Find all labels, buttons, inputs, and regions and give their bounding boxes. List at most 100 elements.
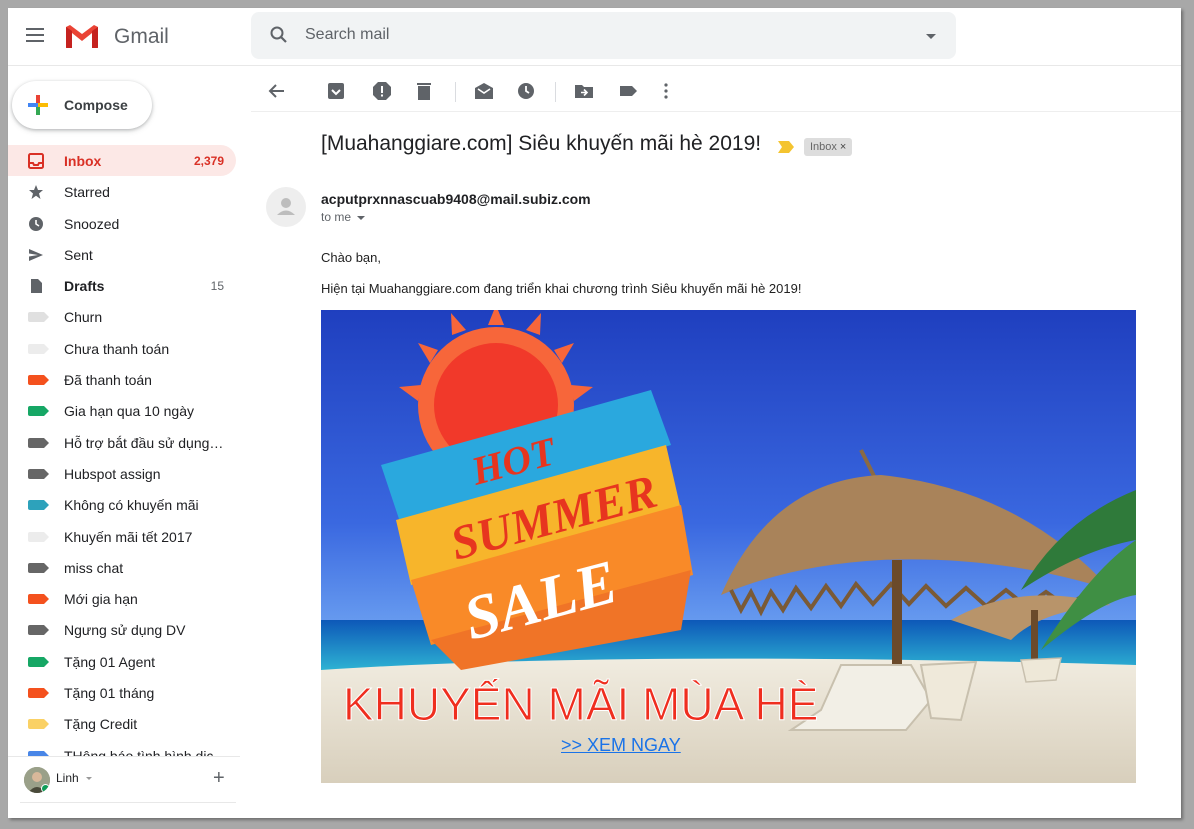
sidebar-item-label: Chưa thanh toán bbox=[64, 340, 170, 357]
sidebar-item-label: Starred bbox=[64, 184, 110, 201]
sidebar-label-ho-tro[interactable]: Hỗ trợ bắt đầu sử dụng ... bbox=[8, 427, 236, 458]
sidebar-item-label: Tặng Credit bbox=[64, 716, 138, 733]
app-name[interactable]: Gmail bbox=[114, 25, 169, 49]
sidebar-item-label: Hỗ trợ bắt đầu sử dụng ... bbox=[64, 434, 224, 451]
label-tag-icon bbox=[28, 625, 49, 636]
sidebar-item-inbox[interactable]: Inbox 2,379 bbox=[8, 145, 236, 177]
hangouts-panel: Linh + bbox=[8, 756, 240, 816]
sidebar-item-label: Churn bbox=[64, 309, 103, 326]
label-tag-icon bbox=[28, 437, 49, 448]
label-tag-icon bbox=[28, 468, 49, 479]
sidebar-label-chua-thanh-toan[interactable]: Chưa thanh toán bbox=[8, 333, 236, 364]
online-status-icon bbox=[41, 784, 50, 793]
sidebar-item-label: Hubspot assign bbox=[64, 465, 161, 482]
xem-ngay-link[interactable]: >> XEM NGAY bbox=[561, 735, 681, 756]
sidebar-item-starred[interactable]: Starred bbox=[8, 176, 236, 207]
report-spam-icon[interactable] bbox=[371, 80, 393, 102]
inbox-icon bbox=[28, 153, 44, 169]
sidebar-label-tang-credit[interactable]: Tặng Credit bbox=[8, 708, 236, 739]
chevron-down-icon[interactable] bbox=[86, 777, 92, 780]
sidebar-item-label: Ngưng sử dụng DV bbox=[64, 622, 186, 639]
search-input[interactable] bbox=[305, 22, 885, 48]
new-conversation-icon[interactable]: + bbox=[213, 767, 225, 790]
remove-label-icon[interactable]: × bbox=[840, 141, 846, 153]
search-icon[interactable] bbox=[269, 25, 289, 45]
sidebar-label-tang-agent[interactable]: Tặng 01 Agent bbox=[8, 646, 236, 677]
sidebar-label-da-thanh-toan[interactable]: Đã thanh toán bbox=[8, 364, 236, 395]
label-tag-icon bbox=[28, 500, 49, 511]
sidebar-label-thong-bao[interactable]: THông báo tình hình dịc bbox=[8, 740, 236, 757]
email-greeting: Chào bạn, bbox=[321, 250, 381, 265]
label-tag-icon bbox=[28, 531, 49, 542]
promo-banner-image[interactable]: HOT SUMMER SALE KHUYẾN MÃI MÙA HÈ >> XEM… bbox=[321, 310, 1136, 783]
label-tag-icon bbox=[28, 562, 49, 573]
label-tag-icon bbox=[28, 343, 49, 354]
sidebar-item-label: Tặng 01 Agent bbox=[64, 653, 156, 670]
archive-icon[interactable] bbox=[325, 80, 347, 102]
label-chip-text: Inbox bbox=[810, 141, 837, 153]
send-icon bbox=[29, 248, 43, 261]
sidebar-label-churn[interactable]: Churn bbox=[8, 301, 236, 332]
sidebar-item-label: miss chat bbox=[64, 559, 124, 576]
plus-icon bbox=[28, 95, 48, 115]
compose-label: Compose bbox=[64, 97, 128, 113]
email-body-text: Hiện tại Muahanggiare.com đang triển kha… bbox=[321, 281, 802, 296]
sidebar-item-label: Không có khuyến mãi bbox=[64, 497, 199, 514]
label-tag-icon bbox=[28, 656, 49, 667]
sidebar-item-label: Sent bbox=[64, 246, 93, 263]
sidebar-label-miss-chat[interactable]: miss chat bbox=[8, 552, 236, 583]
delete-icon[interactable] bbox=[413, 80, 435, 102]
draft-count: 15 bbox=[210, 279, 224, 294]
top-bar: Gmail bbox=[8, 8, 1181, 66]
label-tag-icon bbox=[28, 406, 49, 417]
clock-icon bbox=[29, 216, 43, 231]
toolbar-divider bbox=[555, 82, 556, 102]
chevron-down-icon[interactable] bbox=[357, 215, 366, 220]
sidebar-label-tang-thang[interactable]: Tặng 01 tháng bbox=[8, 677, 236, 708]
divider bbox=[20, 802, 236, 803]
unread-count: 2,379 bbox=[193, 154, 224, 168]
email-subject: [Muahanggiare.com] Siêu khuyến mãi hè 20… bbox=[321, 132, 762, 155]
label-tag-icon bbox=[28, 594, 49, 605]
compose-button[interactable]: Compose bbox=[12, 81, 152, 129]
sidebar-item-label: Gia hạn qua 10 ngày bbox=[64, 403, 194, 420]
person-icon bbox=[277, 198, 295, 215]
sidebar-label-gia-han[interactable]: Gia hạn qua 10 ngày bbox=[8, 395, 236, 426]
sidebar-item-sent[interactable]: Sent bbox=[8, 239, 236, 270]
sidebar-item-label: Drafts bbox=[64, 278, 105, 295]
label-icon[interactable] bbox=[617, 80, 639, 102]
hangouts-user-name[interactable]: Linh bbox=[56, 771, 79, 785]
sidebar-label-khong-khuyen-mai[interactable]: Không có khuyến mãi bbox=[8, 489, 236, 520]
search-bar[interactable] bbox=[251, 12, 956, 59]
more-options-icon[interactable] bbox=[655, 80, 677, 102]
mark-unread-icon[interactable] bbox=[473, 80, 495, 102]
label-tag-icon bbox=[28, 719, 49, 730]
sidebar-item-snoozed[interactable]: Snoozed bbox=[8, 208, 236, 239]
recipient-details[interactable]: to me bbox=[321, 210, 366, 224]
sidebar-label-hubspot[interactable]: Hubspot assign bbox=[8, 458, 236, 489]
inbox-label-chip[interactable]: Inbox × bbox=[804, 138, 853, 156]
sidebar-item-label: Mới gia hạn bbox=[64, 591, 138, 608]
sidebar-label-khuyen-mai-tet[interactable]: Khuyến mãi tết 2017 bbox=[8, 521, 236, 552]
sender-email[interactable]: acputprxnnascuab9408@mail.subiz.com bbox=[321, 191, 591, 207]
move-to-icon[interactable] bbox=[573, 80, 595, 102]
main-menu-icon[interactable] bbox=[26, 28, 44, 42]
gmail-logo-icon[interactable] bbox=[64, 23, 100, 50]
search-options-icon[interactable] bbox=[926, 34, 936, 39]
label-tag-icon bbox=[28, 688, 49, 699]
avatar[interactable] bbox=[24, 767, 50, 793]
draft-icon bbox=[31, 279, 42, 294]
sidebar-label-moi-gia-han[interactable]: Mới gia hạn bbox=[8, 583, 236, 614]
banner-headline: KHUYẾN MÃI MÙA HÈ bbox=[343, 678, 818, 730]
sender-avatar[interactable] bbox=[266, 187, 306, 227]
star-icon bbox=[29, 185, 43, 200]
sidebar-label-ngung-su-dung[interactable]: Ngưng sử dụng DV bbox=[8, 614, 236, 645]
importance-marker-icon[interactable] bbox=[778, 141, 794, 153]
sidebar-item-label: Tặng 01 tháng bbox=[64, 685, 155, 702]
label-tag-icon bbox=[28, 375, 49, 386]
sidebar-item-drafts[interactable]: Drafts 15 bbox=[8, 270, 236, 301]
recipient-label: to me bbox=[321, 210, 352, 224]
back-arrow-icon[interactable] bbox=[266, 80, 288, 102]
snooze-icon[interactable] bbox=[515, 80, 537, 102]
sidebar-item-label: Khuyến mãi tết 2017 bbox=[64, 528, 193, 545]
